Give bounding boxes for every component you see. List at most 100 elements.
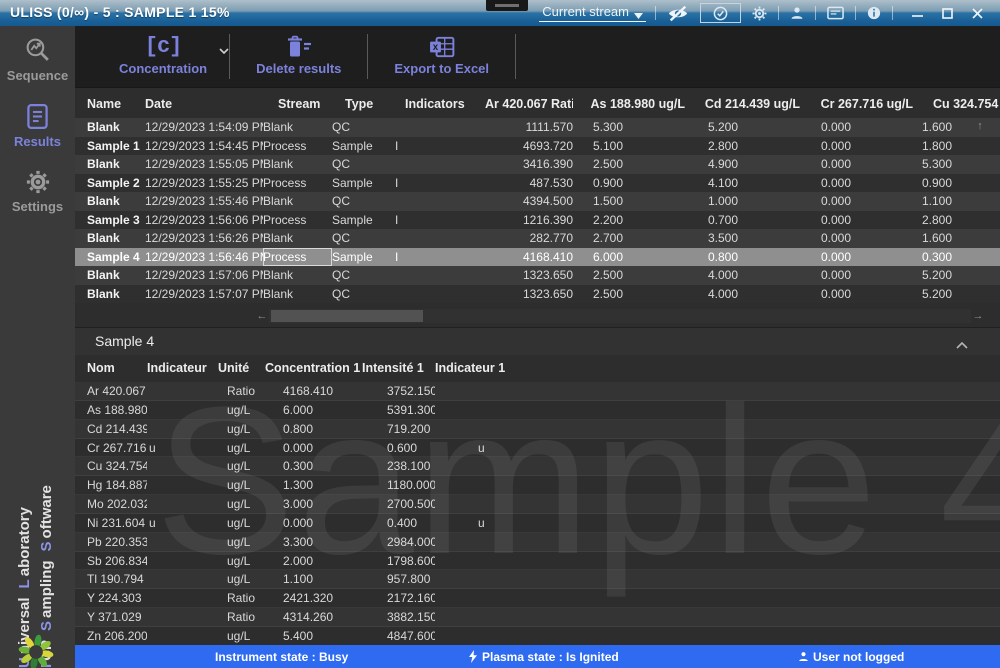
- cell-ind[interactable]: u: [147, 439, 218, 457]
- table-row[interactable]: Mo 202.032ug/L3.0002700.500: [75, 495, 1000, 514]
- cell-ind[interactable]: [147, 495, 218, 513]
- cell-cd[interactable]: 0.700: [685, 211, 800, 230]
- cell-nom[interactable]: Y 224.303: [87, 589, 147, 607]
- user-button[interactable]: [788, 2, 806, 24]
- cell-ind[interactable]: [395, 118, 485, 137]
- cell-type[interactable]: QC: [332, 266, 395, 285]
- cell-cr[interactable]: 0.000: [800, 118, 913, 137]
- cell-ind[interactable]: [147, 420, 218, 438]
- current-stream-dropdown[interactable]: Current stream: [539, 4, 646, 22]
- cell-nom[interactable]: Ni 231.604: [87, 514, 147, 532]
- table-row[interactable]: Hg 184.887ug/L1.3001180.000: [75, 476, 1000, 495]
- cell-name[interactable]: Blank: [87, 229, 145, 248]
- cell-unit[interactable]: ug/L: [218, 627, 265, 645]
- cell-stream[interactable]: Process: [263, 248, 332, 267]
- cell-conc[interactable]: 6.000: [265, 401, 362, 419]
- concentration-dropdown-chevron[interactable]: [219, 41, 229, 59]
- cell-name[interactable]: Sample 2: [87, 174, 145, 193]
- column-header[interactable]: Intensité 1: [362, 355, 435, 381]
- export-excel-button[interactable]: x Export to Excel: [368, 26, 515, 87]
- table-row[interactable]: Cd 214.439ug/L0.800719.200: [75, 420, 1000, 439]
- cell-cr[interactable]: 0.000: [800, 155, 913, 174]
- cell-cd[interactable]: 1.000: [685, 192, 800, 211]
- cell-as[interactable]: 5.100: [573, 137, 685, 156]
- column-header[interactable]: Indicateur 1: [435, 355, 1000, 381]
- cell-as[interactable]: 2.500: [573, 285, 685, 304]
- cell-conc[interactable]: 2.000: [265, 552, 362, 570]
- table-row[interactable]: Blank12/29/2023 1:54:09 PMBlankQC1111.57…: [75, 118, 1000, 137]
- cell-cr[interactable]: 0.000: [800, 248, 913, 267]
- cell-ind[interactable]: I: [395, 174, 485, 193]
- table-row[interactable]: Blank12/29/2023 1:56:26 PMBlankQC282.770…: [75, 229, 1000, 248]
- cell-cd[interactable]: 3.500: [685, 229, 800, 248]
- cell-ind1[interactable]: [435, 420, 1000, 438]
- cell-intens[interactable]: 2984.000: [362, 533, 435, 551]
- cell-as[interactable]: 2.200: [573, 211, 685, 230]
- cell-ind[interactable]: [147, 570, 218, 588]
- cell-intens[interactable]: 1798.600: [362, 552, 435, 570]
- cell-stream[interactable]: Process: [263, 137, 332, 156]
- table-row[interactable]: Cr 267.716uug/L0.0000.600u: [75, 439, 1000, 458]
- column-header[interactable]: Indicateur: [147, 355, 218, 381]
- cell-nom[interactable]: Cr 267.716: [87, 439, 147, 457]
- cell-type[interactable]: QC: [332, 192, 395, 211]
- cell-ind[interactable]: [395, 155, 485, 174]
- scroll-up-arrow[interactable]: ↑: [972, 120, 988, 132]
- cell-cd[interactable]: 4.000: [685, 266, 800, 285]
- cell-conc[interactable]: 4314.260: [265, 608, 362, 626]
- cell-intens[interactable]: 719.200: [362, 420, 435, 438]
- cell-type[interactable]: QC: [332, 285, 395, 304]
- cell-as[interactable]: 5.300: [573, 118, 685, 137]
- column-header[interactable]: Indicators: [395, 90, 485, 118]
- cell-date[interactable]: 12/29/2023 1:56:46 PM: [145, 248, 263, 267]
- scrollbar-thumb[interactable]: [271, 310, 423, 322]
- cell-type[interactable]: Sample: [332, 174, 395, 193]
- cell-ar[interactable]: 4693.720: [485, 137, 573, 156]
- cell-conc[interactable]: 1.100: [265, 570, 362, 588]
- cell-as[interactable]: 2.500: [573, 266, 685, 285]
- cell-ind[interactable]: I: [395, 248, 485, 267]
- cell-ind1[interactable]: [435, 382, 1000, 400]
- cell-stream[interactable]: Process: [263, 211, 332, 230]
- cell-intens[interactable]: 3752.150: [362, 382, 435, 400]
- table-row[interactable]: Blank12/29/2023 1:55:46 PMBlankQC4394.50…: [75, 192, 1000, 211]
- cell-conc[interactable]: 4168.410: [265, 382, 362, 400]
- cell-intens[interactable]: 4847.600: [362, 627, 435, 645]
- cell-nom[interactable]: Cd 214.439: [87, 420, 147, 438]
- cell-unit[interactable]: ug/L: [218, 552, 265, 570]
- cell-ind1[interactable]: [435, 589, 1000, 607]
- column-header[interactable]: Date: [145, 90, 263, 118]
- table-row[interactable]: Blank12/29/2023 1:57:06 PMBlankQC1323.65…: [75, 266, 1000, 285]
- cell-name[interactable]: Blank: [87, 192, 145, 211]
- table-row[interactable]: Blank12/29/2023 1:55:05 PMBlankQC3416.39…: [75, 155, 1000, 174]
- cell-intens[interactable]: 0.400: [362, 514, 435, 532]
- cell-cd[interactable]: 4.900: [685, 155, 800, 174]
- cell-ar[interactable]: 1323.650: [485, 285, 573, 304]
- cell-cr[interactable]: 0.000: [800, 192, 913, 211]
- cell-unit[interactable]: ug/L: [218, 476, 265, 494]
- cell-intens[interactable]: 3882.150: [362, 608, 435, 626]
- minimize-button[interactable]: [902, 2, 932, 24]
- cell-unit[interactable]: ug/L: [218, 533, 265, 551]
- remote-console-button[interactable]: [825, 2, 846, 24]
- cell-cr[interactable]: 0.000: [800, 266, 913, 285]
- cell-type[interactable]: Sample: [332, 137, 395, 156]
- cell-ind[interactable]: [395, 285, 485, 304]
- cell-type[interactable]: QC: [332, 118, 395, 137]
- cell-ind[interactable]: [147, 608, 218, 626]
- cell-ar[interactable]: 1216.390: [485, 211, 573, 230]
- cell-ind1[interactable]: [435, 552, 1000, 570]
- maximize-button[interactable]: [932, 2, 962, 24]
- cell-stream[interactable]: Blank: [263, 118, 332, 137]
- cell-ind[interactable]: [147, 627, 218, 645]
- cell-cr[interactable]: 0.000: [800, 229, 913, 248]
- table-row[interactable]: Y 371.029Ratio4314.2603882.150: [75, 608, 1000, 627]
- table-row-selected[interactable]: Sample 412/29/2023 1:56:46 PMProcessSamp…: [75, 248, 1000, 267]
- delete-results-button[interactable]: Delete results: [230, 26, 367, 87]
- cell-ind[interactable]: [147, 457, 218, 475]
- cell-ind[interactable]: [147, 476, 218, 494]
- cell-ind1[interactable]: [435, 476, 1000, 494]
- cell-as[interactable]: 0.900: [573, 174, 685, 193]
- cell-ar[interactable]: 4168.410: [485, 248, 573, 267]
- cell-intens[interactable]: 2172.160: [362, 589, 435, 607]
